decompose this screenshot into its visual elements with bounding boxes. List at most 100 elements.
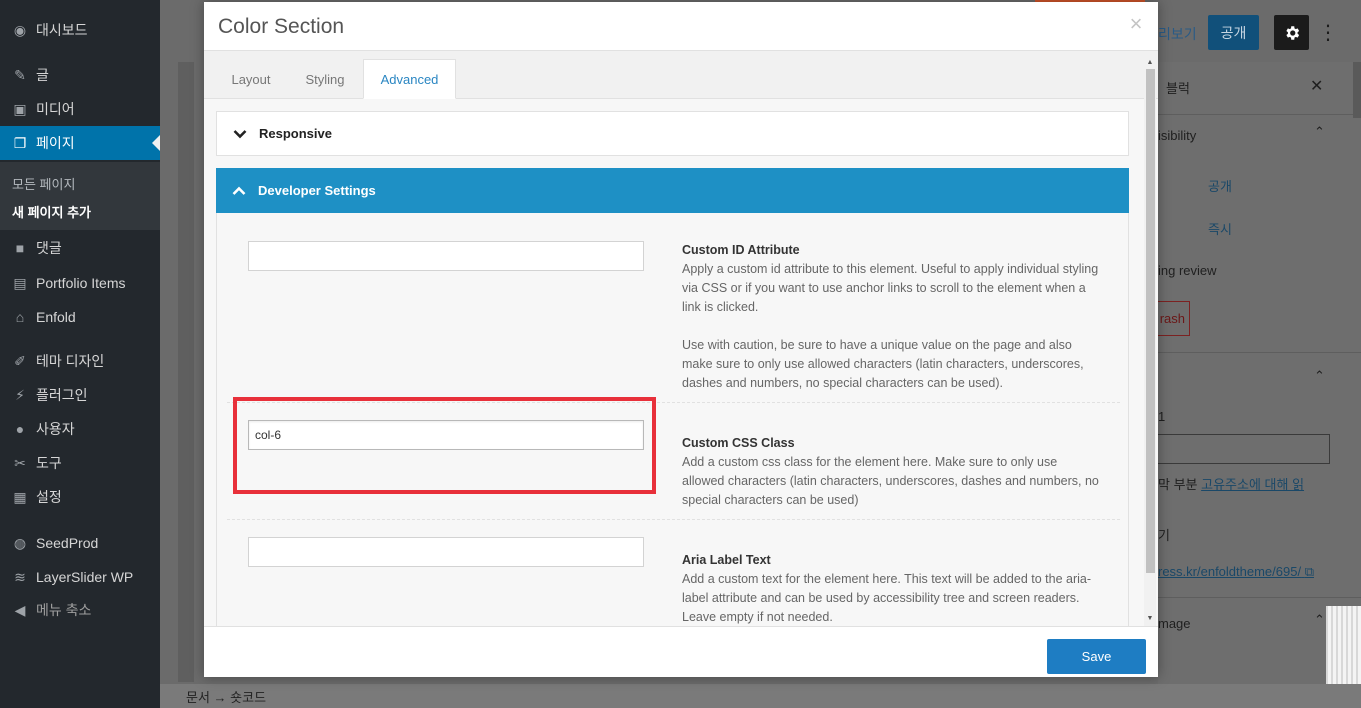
modal-scrollbar-thumb[interactable] [1146,69,1155,573]
permalink-label: 1 [1158,409,1166,424]
custom-id-warning: Use with caution, be sure to have a uniq… [682,338,1084,390]
close-icon[interactable]: ✕ [1310,76,1323,96]
publish-date-link[interactable]: 즉시 [1208,219,1232,238]
sidebar-item-label: 메뉴 축소 [36,602,92,618]
more-options-button[interactable]: ⋮ [1318,15,1338,50]
editor-footer-breadcrumb: 문서 → 숏코드 [160,684,1361,708]
sidebar-item-label: 대시보드 [36,22,88,38]
sidebar-item-label: 사용자 [36,421,75,437]
submenu-all-pages[interactable]: 모든 페이지 [12,174,75,193]
custom-css-description: Custom CSS Class Add a custom css class … [682,434,1102,510]
aria-label-input[interactable] [248,537,644,567]
sidebar-item-plugins[interactable]: ⚡ 플러그인 [0,378,160,412]
settings-toggle-button[interactable] [1274,15,1309,50]
custom-id-help: Apply a custom id attribute to this elem… [682,262,1099,314]
aria-label-title: Aria Label Text [682,553,771,567]
field-divider [227,519,1120,520]
custom-css-help: Add a custom css class for the element h… [682,455,1099,507]
accordion-title: Developer Settings [258,183,376,198]
divider [1158,597,1361,598]
sidebar-item-pages[interactable]: ❐ 페이지 [0,126,160,160]
permalink-help: 막 부분 고유주소에 대해 읽 [1158,474,1304,493]
sidebar-item-seedprod[interactable]: ◍ SeedProd [0,526,160,560]
brush-icon: ✐ [14,352,26,369]
sidebar-item-label: 댓글 [36,240,62,256]
page-url-link[interactable]: ress.kr/enfoldtheme/695/ ⧉ [1158,564,1314,580]
modal-header: Color Section × [204,2,1158,51]
chevron-up-icon [232,186,246,195]
scroll-down-arrow-icon[interactable]: ▼ [1144,614,1156,624]
modal-close-button[interactable]: × [1126,11,1146,36]
sidebar-item-comments[interactable]: ■ 댓글 [0,231,160,265]
sidebar-item-appearance[interactable]: ✐ 테마 디자인 [0,344,160,378]
permalink-help-link[interactable]: 고유주소에 대해 읽 [1201,477,1304,492]
modal-title: Color Section [218,15,345,38]
sidebar-item-posts[interactable]: ✎ 글 [0,58,160,92]
tab-layout[interactable]: Layout [218,59,284,99]
user-icon: ● [15,421,25,437]
sidebar-item-label: 미디어 [36,101,75,117]
sidebar-item-label: Enfold [36,309,76,325]
publish-button[interactable]: 공개 [1208,15,1259,50]
sidebar-item-portfolio[interactable]: ▤ Portfolio Items [0,266,160,300]
view-page-label: 기 [1158,528,1170,543]
modal-footer: Save [204,626,1158,677]
accordion-title: Responsive [259,126,332,141]
collapse-icon: ◀ [14,601,26,618]
move-to-trash-button[interactable]: rash [1158,301,1190,336]
preview-link[interactable]: 리보기 [1158,24,1197,44]
sidebar-item-label: 플러그인 [36,387,88,403]
developer-settings-content: Custom ID Attribute Apply a custom id at… [216,213,1129,626]
sidebar-item-label: 도구 [36,455,62,471]
chevron-up-icon[interactable]: ⌃ [1314,368,1325,384]
sidebar-item-label: 테마 디자인 [36,353,105,369]
save-button[interactable]: Save [1047,639,1146,674]
dashboard-icon: ◉ [13,21,27,38]
panel-scrollbar[interactable] [1353,62,1361,118]
sidebar-item-layerslider[interactable]: ≋ LayerSlider WP [0,560,160,594]
settings-icon: ▦ [13,488,27,505]
wrench-icon: ✂ [14,454,26,471]
pending-review-label[interactable]: ing review [1158,263,1217,278]
visibility-value-link[interactable]: 공개 [1208,176,1232,195]
scroll-up-arrow-icon[interactable]: ▲ [1144,58,1156,68]
sidebar-item-dashboard[interactable]: ◉ 대시보드 [0,13,160,47]
gear-icon [1285,25,1299,40]
sidebar-item-label: 페이지 [36,135,75,151]
sidebar-item-label: 글 [36,67,49,83]
comments-icon: ■ [15,240,25,256]
sidebar-item-label: SeedProd [36,535,99,551]
submenu-add-new-page[interactable]: 새 페이지 추가 [12,202,91,221]
sidebar-item-tools[interactable]: ✂ 도구 [0,446,160,480]
custom-id-description: Custom ID Attribute Apply a custom id at… [682,241,1102,393]
sidebar-item-users[interactable]: ● 사용자 [0,412,160,446]
pin-icon: ✎ [14,66,26,83]
chevron-down-icon [233,129,247,138]
pages-submenu: 모든 페이지 새 페이지 추가 [0,162,160,230]
custom-css-class-input[interactable] [248,420,644,450]
media-icon: ▣ [13,100,27,117]
sidebar-item-label: LayerSlider WP [36,569,134,585]
sidebar-item-collapse[interactable]: ◀ 메뉴 축소 [0,593,160,627]
permalink-help-text: 막 부분 [1158,477,1198,492]
custom-id-input[interactable] [248,241,644,271]
portfolio-icon: ▤ [13,274,27,291]
home-icon: ⌂ [15,309,25,325]
panel-tab-block[interactable]: 블럭 [1166,78,1190,97]
tab-styling[interactable]: Styling [292,59,358,99]
sidebar-item-media[interactable]: ▣ 미디어 [0,92,160,126]
sidebar-item-label: Portfolio Items [36,275,126,291]
permalink-input[interactable] [1158,434,1330,464]
external-link-icon: ⧉ [1304,564,1314,579]
sidebar-item-settings[interactable]: ▦ 설정 [0,480,160,514]
chevron-up-icon[interactable]: ⌃ [1314,124,1325,140]
layers-icon: ≋ [14,568,26,585]
featured-image-label[interactable]: mage [1158,616,1191,631]
accordion-developer-settings[interactable]: Developer Settings [216,168,1129,213]
tab-advanced[interactable]: Advanced [363,59,456,99]
chevron-up-icon[interactable]: ⌃ [1314,612,1325,628]
sidebar-item-enfold[interactable]: ⌂ Enfold [0,300,160,334]
close-icon: × [1129,11,1143,36]
accordion-responsive[interactable]: Responsive [216,111,1129,156]
plugin-icon: ⚡ [15,386,25,403]
